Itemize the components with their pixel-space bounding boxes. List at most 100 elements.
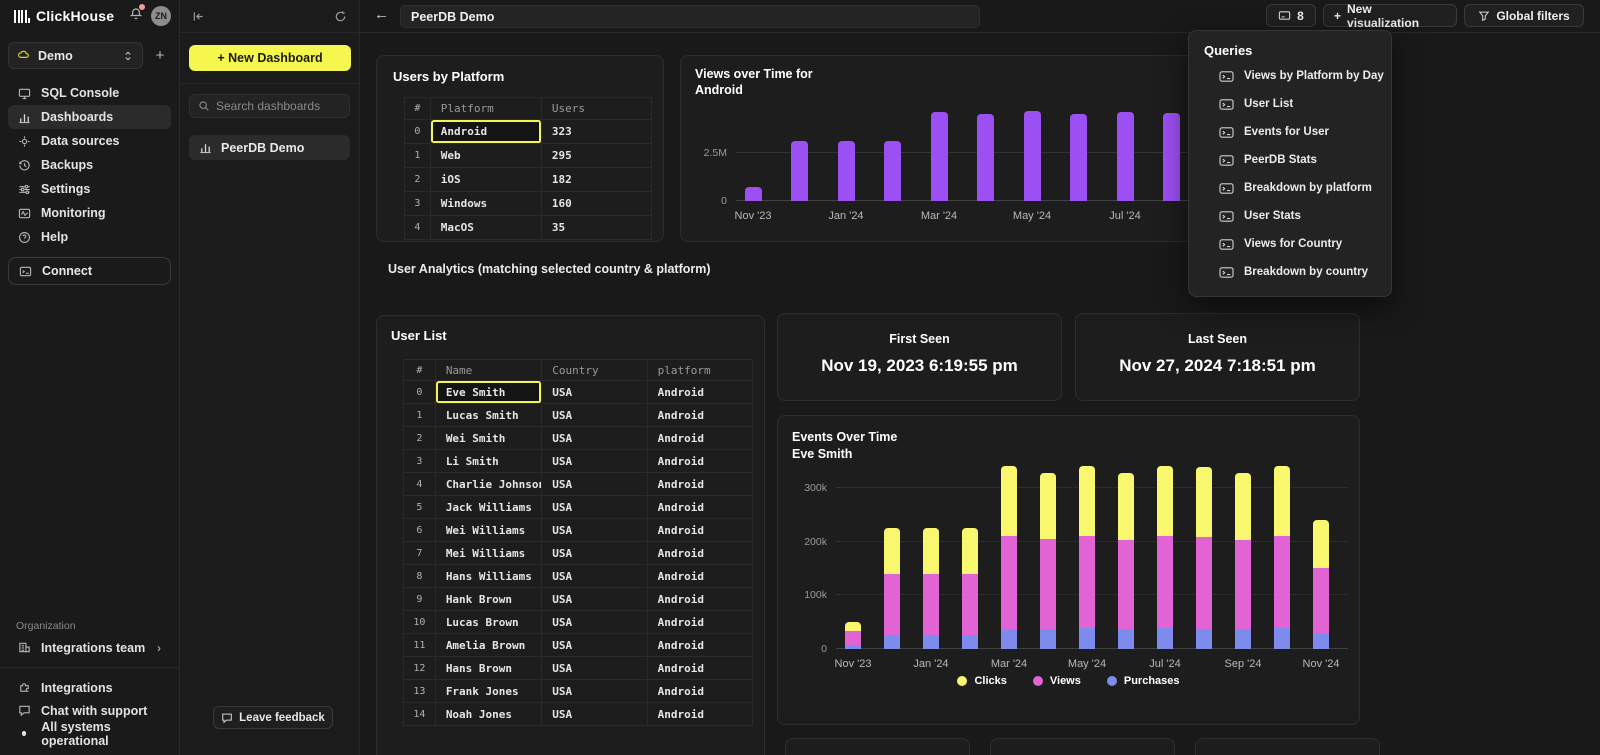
- visualization-count-button[interactable]: 8: [1266, 4, 1316, 27]
- table-cell[interactable]: 1: [404, 404, 436, 427]
- bar-segment-views[interactable]: [1079, 536, 1095, 627]
- table-cell[interactable]: USA: [542, 427, 647, 450]
- table-cell[interactable]: Android: [648, 542, 752, 565]
- bar[interactable]: [1070, 114, 1087, 202]
- leave-feedback-button[interactable]: Leave feedback: [213, 706, 333, 729]
- table-row[interactable]: 4Charlie JohnsonUSAAndroid: [404, 473, 752, 496]
- dashboard-title-input[interactable]: [400, 5, 980, 28]
- dashboard-list-item[interactable]: PeerDB Demo: [189, 135, 350, 160]
- table-row[interactable]: 2Wei SmithUSAAndroid: [404, 427, 752, 450]
- legend-item-clicks[interactable]: Clicks: [957, 675, 1006, 687]
- table-cell[interactable]: 9: [404, 588, 436, 611]
- sidebar-item-all-systems-operational[interactable]: All systems operational: [8, 722, 171, 745]
- table-cell[interactable]: Jack Williams: [436, 496, 542, 519]
- table-row[interactable]: 11Amelia BrownUSAAndroid: [404, 634, 752, 657]
- bar-segment-views[interactable]: [845, 631, 861, 644]
- table-row[interactable]: 7Mei WilliamsUSAAndroid: [404, 542, 752, 565]
- bar-segment-clicks[interactable]: [1079, 466, 1095, 536]
- query-item-breakdown-by-platform[interactable]: Breakdown by platform: [1204, 174, 1391, 202]
- table-row[interactable]: 8Hans WilliamsUSAAndroid: [404, 565, 752, 588]
- table-row[interactable]: 13Frank JonesUSAAndroid: [404, 680, 752, 703]
- table-cell[interactable]: Android: [648, 680, 752, 703]
- bar-segment-clicks[interactable]: [1274, 466, 1290, 536]
- table-cell[interactable]: 2: [404, 427, 436, 450]
- bar-segment-clicks[interactable]: [1001, 466, 1017, 536]
- bar[interactable]: [745, 187, 762, 201]
- new-visualization-button[interactable]: + New visualization: [1323, 4, 1457, 27]
- notifications-button[interactable]: [129, 7, 143, 26]
- bar-segment-purchases[interactable]: [1118, 629, 1134, 649]
- table-cell[interactable]: MacOS: [431, 216, 542, 240]
- collapse-panel-icon[interactable]: [192, 10, 205, 23]
- table-cell[interactable]: 3: [404, 450, 436, 473]
- bar-segment-purchases[interactable]: [1235, 629, 1251, 649]
- bar-segment-views[interactable]: [1196, 537, 1212, 628]
- bar-segment-clicks[interactable]: [1235, 473, 1251, 540]
- query-item-user-stats[interactable]: User Stats: [1204, 202, 1391, 230]
- table-cell-selected[interactable]: Eve Smith: [436, 381, 542, 404]
- avatar[interactable]: ZN: [151, 6, 171, 26]
- table-cell[interactable]: 10: [404, 611, 436, 634]
- org-select[interactable]: Demo: [8, 42, 143, 69]
- table-cell[interactable]: Android: [648, 703, 752, 726]
- table-cell[interactable]: Android: [648, 450, 752, 473]
- table-cell[interactable]: USA: [542, 703, 647, 726]
- table-cell[interactable]: Android: [648, 519, 752, 542]
- add-service-button[interactable]: +: [149, 45, 171, 67]
- new-dashboard-button[interactable]: + New Dashboard: [189, 45, 351, 71]
- table-cell[interactable]: Lucas Brown: [436, 611, 542, 634]
- table-cell[interactable]: 2: [405, 168, 431, 192]
- table-cell[interactable]: Android: [648, 565, 752, 588]
- table-cell[interactable]: Noah Jones: [436, 703, 542, 726]
- table-cell[interactable]: 3: [405, 192, 431, 216]
- bar-segment-views[interactable]: [884, 574, 900, 635]
- table-cell[interactable]: USA: [542, 542, 647, 565]
- bar-segment-views[interactable]: [962, 574, 978, 635]
- bar[interactable]: [977, 114, 994, 201]
- connect-button[interactable]: Connect: [8, 257, 171, 285]
- table-cell[interactable]: Charlie Johnson: [436, 473, 542, 496]
- bar-segment-purchases[interactable]: [1196, 629, 1212, 649]
- bar-segment-purchases[interactable]: [962, 635, 978, 650]
- table-cell[interactable]: 8: [404, 565, 436, 588]
- bar[interactable]: [791, 141, 808, 201]
- bar-segment-views[interactable]: [1313, 568, 1329, 632]
- table-cell[interactable]: USA: [542, 450, 647, 473]
- bar-segment-clicks[interactable]: [962, 528, 978, 574]
- global-filters-button[interactable]: Global filters: [1464, 4, 1584, 27]
- sidebar-item-monitoring[interactable]: Monitoring: [8, 201, 171, 225]
- bar[interactable]: [1024, 111, 1041, 201]
- bar-segment-purchases[interactable]: [1313, 633, 1329, 649]
- table-cell[interactable]: USA: [542, 381, 647, 404]
- query-item-views-by-platform-by-day[interactable]: Views by Platform by Day: [1204, 62, 1391, 90]
- table-cell[interactable]: USA: [542, 611, 647, 634]
- table-cell[interactable]: Hank Brown: [436, 588, 542, 611]
- table-row[interactable]: 5Jack WilliamsUSAAndroid: [404, 496, 752, 519]
- table-cell[interactable]: 160: [542, 192, 651, 216]
- bar-segment-clicks[interactable]: [845, 622, 861, 631]
- table-cell[interactable]: USA: [542, 473, 647, 496]
- bar-segment-views[interactable]: [1040, 539, 1056, 628]
- table-cell[interactable]: USA: [542, 519, 647, 542]
- table-cell[interactable]: Hans Williams: [436, 565, 542, 588]
- table-cell[interactable]: Android: [648, 588, 752, 611]
- refresh-icon[interactable]: [334, 10, 347, 23]
- table-cell[interactable]: USA: [542, 496, 647, 519]
- query-item-user-list[interactable]: User List: [1204, 90, 1391, 118]
- table-cell[interactable]: 295: [542, 144, 651, 168]
- sidebar-item-settings[interactable]: Settings: [8, 177, 171, 201]
- query-item-views-for-country[interactable]: Views for Country: [1204, 230, 1391, 258]
- table-cell[interactable]: USA: [542, 657, 647, 680]
- bar-segment-views[interactable]: [1274, 536, 1290, 627]
- table-cell[interactable]: 1: [405, 144, 431, 168]
- table-cell[interactable]: Windows: [431, 192, 542, 216]
- sidebar-item-sql-console[interactable]: SQL Console: [8, 81, 171, 105]
- bar-segment-purchases[interactable]: [845, 645, 861, 649]
- table-cell[interactable]: 6: [404, 519, 436, 542]
- table-cell[interactable]: Li Smith: [436, 450, 542, 473]
- bar[interactable]: [838, 141, 855, 201]
- bar-segment-purchases[interactable]: [884, 635, 900, 650]
- bar-segment-clicks[interactable]: [1040, 473, 1056, 540]
- table-cell[interactable]: 0: [405, 120, 431, 144]
- bar-segment-clicks[interactable]: [923, 528, 939, 574]
